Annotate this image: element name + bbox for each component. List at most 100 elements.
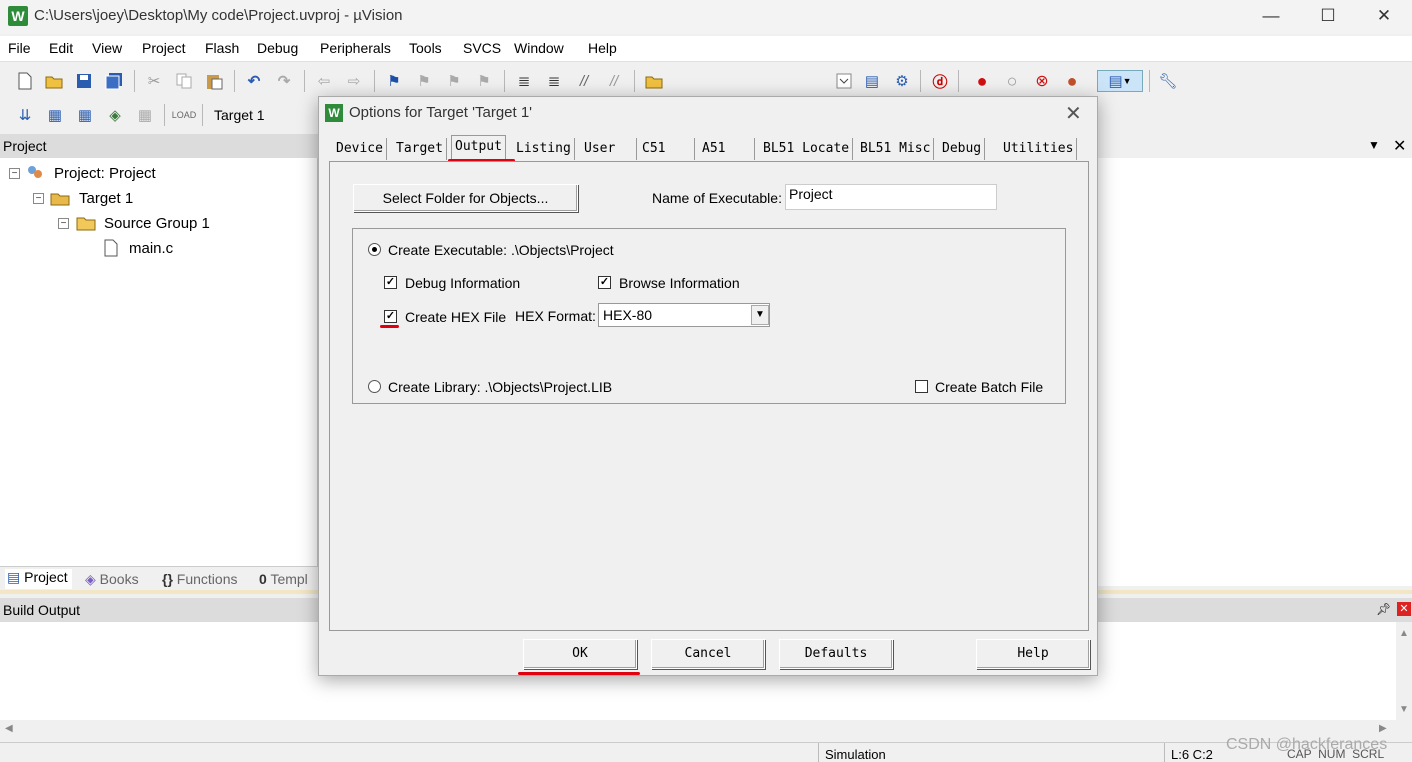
collapse-project-icon[interactable]: − — [9, 168, 20, 179]
build-icon[interactable]: ▦ — [44, 104, 66, 126]
cancel-button[interactable]: Cancel — [651, 639, 765, 669]
horizontal-scrollbar[interactable]: ◀ ▶ — [0, 720, 1412, 740]
breakpoint-icon[interactable]: ● — [971, 70, 993, 92]
menu-window[interactable]: Window — [514, 40, 564, 56]
open-folder-icon[interactable] — [43, 70, 65, 92]
create-hex-checkbox[interactable]: ✓ — [384, 310, 397, 323]
comment-icon[interactable]: // — [573, 70, 595, 92]
tree-file-main[interactable]: main.c — [129, 240, 173, 257]
disable-all-breakpoints-icon[interactable]: ⊗ — [1031, 70, 1053, 92]
start-debug-icon[interactable]: ⓓ — [929, 70, 951, 92]
maximize-button[interactable]: ☐ — [1300, 0, 1356, 34]
menu-svcs[interactable]: SVCS — [463, 40, 501, 56]
bookmark-icon[interactable]: ⚑ — [383, 70, 405, 92]
tab-project[interactable]: ▤ Project — [5, 569, 72, 589]
scroll-up-icon[interactable]: ▲ — [1399, 628, 1409, 639]
unindent-icon[interactable]: ≣ — [543, 70, 565, 92]
uncomment-icon[interactable]: // — [603, 70, 625, 92]
tab-debug[interactable]: Debug — [939, 138, 986, 160]
tab-device[interactable]: Device — [333, 138, 387, 160]
ok-button[interactable]: OK — [523, 639, 637, 669]
folder-icon — [76, 215, 96, 231]
next-bookmark-icon[interactable]: ⚑ — [443, 70, 465, 92]
create-batch-checkbox[interactable] — [915, 380, 928, 393]
wrench-icon[interactable]: 🔧︎ — [1157, 70, 1179, 92]
dropdown-arrow-icon[interactable]: ▼ — [1368, 138, 1380, 152]
kill-all-breakpoints-icon[interactable]: ● — [1061, 70, 1083, 92]
save-all-icon[interactable] — [103, 70, 125, 92]
target-select[interactable]: Target 1 — [214, 107, 265, 123]
undo-icon[interactable]: ↶ — [243, 70, 265, 92]
tab-c51[interactable]: C51 — [639, 138, 695, 160]
select-folder-button[interactable]: Select Folder for Objects... — [353, 184, 578, 212]
tab-bl51-locate[interactable]: BL51 Locate — [760, 138, 854, 160]
save-icon[interactable] — [73, 70, 95, 92]
configure-icon[interactable]: ⚙ — [891, 70, 913, 92]
close-window-button[interactable]: ✕ — [1356, 0, 1412, 34]
tab-listing[interactable]: Listing — [513, 138, 575, 160]
menu-peripherals[interactable]: Peripherals — [320, 40, 391, 56]
menu-flash[interactable]: Flash — [205, 40, 239, 56]
navigate-forward-icon[interactable]: ⇨ — [343, 70, 365, 92]
close-editor-icon[interactable]: ✕ — [1393, 136, 1406, 156]
disable-breakpoint-icon[interactable]: ○ — [1001, 70, 1023, 92]
prev-bookmark-icon[interactable]: ⚑ — [413, 70, 435, 92]
menu-view[interactable]: View — [92, 40, 122, 56]
menu-help[interactable]: Help — [588, 40, 617, 56]
tab-output[interactable]: Output — [451, 135, 506, 161]
scroll-left-icon[interactable]: ◀ — [5, 723, 13, 734]
clear-bookmarks-icon[interactable]: ⚑ — [473, 70, 495, 92]
menu-edit[interactable]: Edit — [49, 40, 73, 56]
tree-source-group[interactable]: Source Group 1 — [104, 215, 210, 232]
new-file-icon[interactable] — [14, 70, 36, 92]
tree-target[interactable]: Target 1 — [79, 190, 133, 207]
menu-tools[interactable]: Tools — [409, 40, 442, 56]
collapse-target-icon[interactable]: − — [33, 193, 44, 204]
chevron-down-icon[interactable]: ▼ — [751, 305, 769, 325]
create-executable-radio[interactable] — [368, 243, 381, 256]
hex-format-select[interactable]: HEX-80 ▼ — [598, 303, 770, 327]
menu-file[interactable]: File — [8, 40, 31, 56]
window-layout-icon[interactable]: ▤ ▼ — [1097, 70, 1143, 92]
tab-functions[interactable]: {} Functions — [162, 571, 238, 587]
tab-a51[interactable]: A51 — [699, 138, 755, 160]
window-title: C:\Users\joey\Desktop\My code\Project.uv… — [34, 7, 403, 24]
name-executable-input[interactable] — [785, 184, 997, 210]
scroll-down-icon[interactable]: ▼ — [1399, 704, 1409, 715]
vertical-scrollbar[interactable]: ▲ ▼ — [1396, 622, 1412, 720]
translate-icon[interactable]: ⇊ — [14, 104, 36, 126]
navigate-back-icon[interactable]: ⇦ — [313, 70, 335, 92]
tree-project[interactable]: Project: Project — [54, 165, 156, 182]
redo-icon[interactable]: ↷ — [273, 70, 295, 92]
find-in-files-icon[interactable] — [643, 70, 665, 92]
collapse-group-icon[interactable]: − — [58, 218, 69, 229]
incremental-find-icon[interactable]: ▤ — [861, 70, 883, 92]
menu-debug[interactable]: Debug — [257, 40, 298, 56]
indent-icon[interactable]: ≣ — [513, 70, 535, 92]
help-button[interactable]: Help — [976, 639, 1090, 669]
rebuild-icon[interactable]: ▦ — [74, 104, 96, 126]
tab-target[interactable]: Target — [393, 138, 447, 160]
load-download-icon[interactable]: LOAD — [172, 104, 197, 126]
minimize-button[interactable]: — — [1243, 0, 1299, 34]
tab-bl51-misc[interactable]: BL51 Misc — [857, 138, 935, 160]
combo-dropdown-icon[interactable] — [833, 70, 855, 92]
tab-utilities[interactable]: Utilities — [1000, 138, 1078, 160]
cut-icon[interactable]: ✂ — [143, 70, 165, 92]
create-library-radio[interactable] — [368, 380, 381, 393]
menu-project[interactable]: Project — [142, 40, 186, 56]
paste-icon[interactable] — [203, 70, 225, 92]
copy-icon[interactable] — [173, 70, 195, 92]
dialog-close-icon[interactable]: ✕ — [1065, 101, 1082, 126]
stop-build-icon[interactable]: ▦ — [134, 104, 156, 126]
batch-build-icon[interactable]: ◈ — [104, 104, 126, 126]
defaults-button[interactable]: Defaults — [779, 639, 893, 669]
close-build-output-icon[interactable]: ✕ — [1397, 602, 1411, 616]
tab-templates[interactable]: 0 Templ — [259, 571, 308, 587]
tab-books[interactable]: ◈ Books — [85, 571, 139, 588]
debug-info-checkbox[interactable]: ✓ — [384, 276, 397, 289]
tab-user[interactable]: User — [581, 138, 637, 160]
pin-icon[interactable]: 📌︎ — [1376, 602, 1391, 616]
scroll-right-icon[interactable]: ▶ — [1379, 723, 1387, 734]
browse-info-checkbox[interactable]: ✓ — [598, 276, 611, 289]
